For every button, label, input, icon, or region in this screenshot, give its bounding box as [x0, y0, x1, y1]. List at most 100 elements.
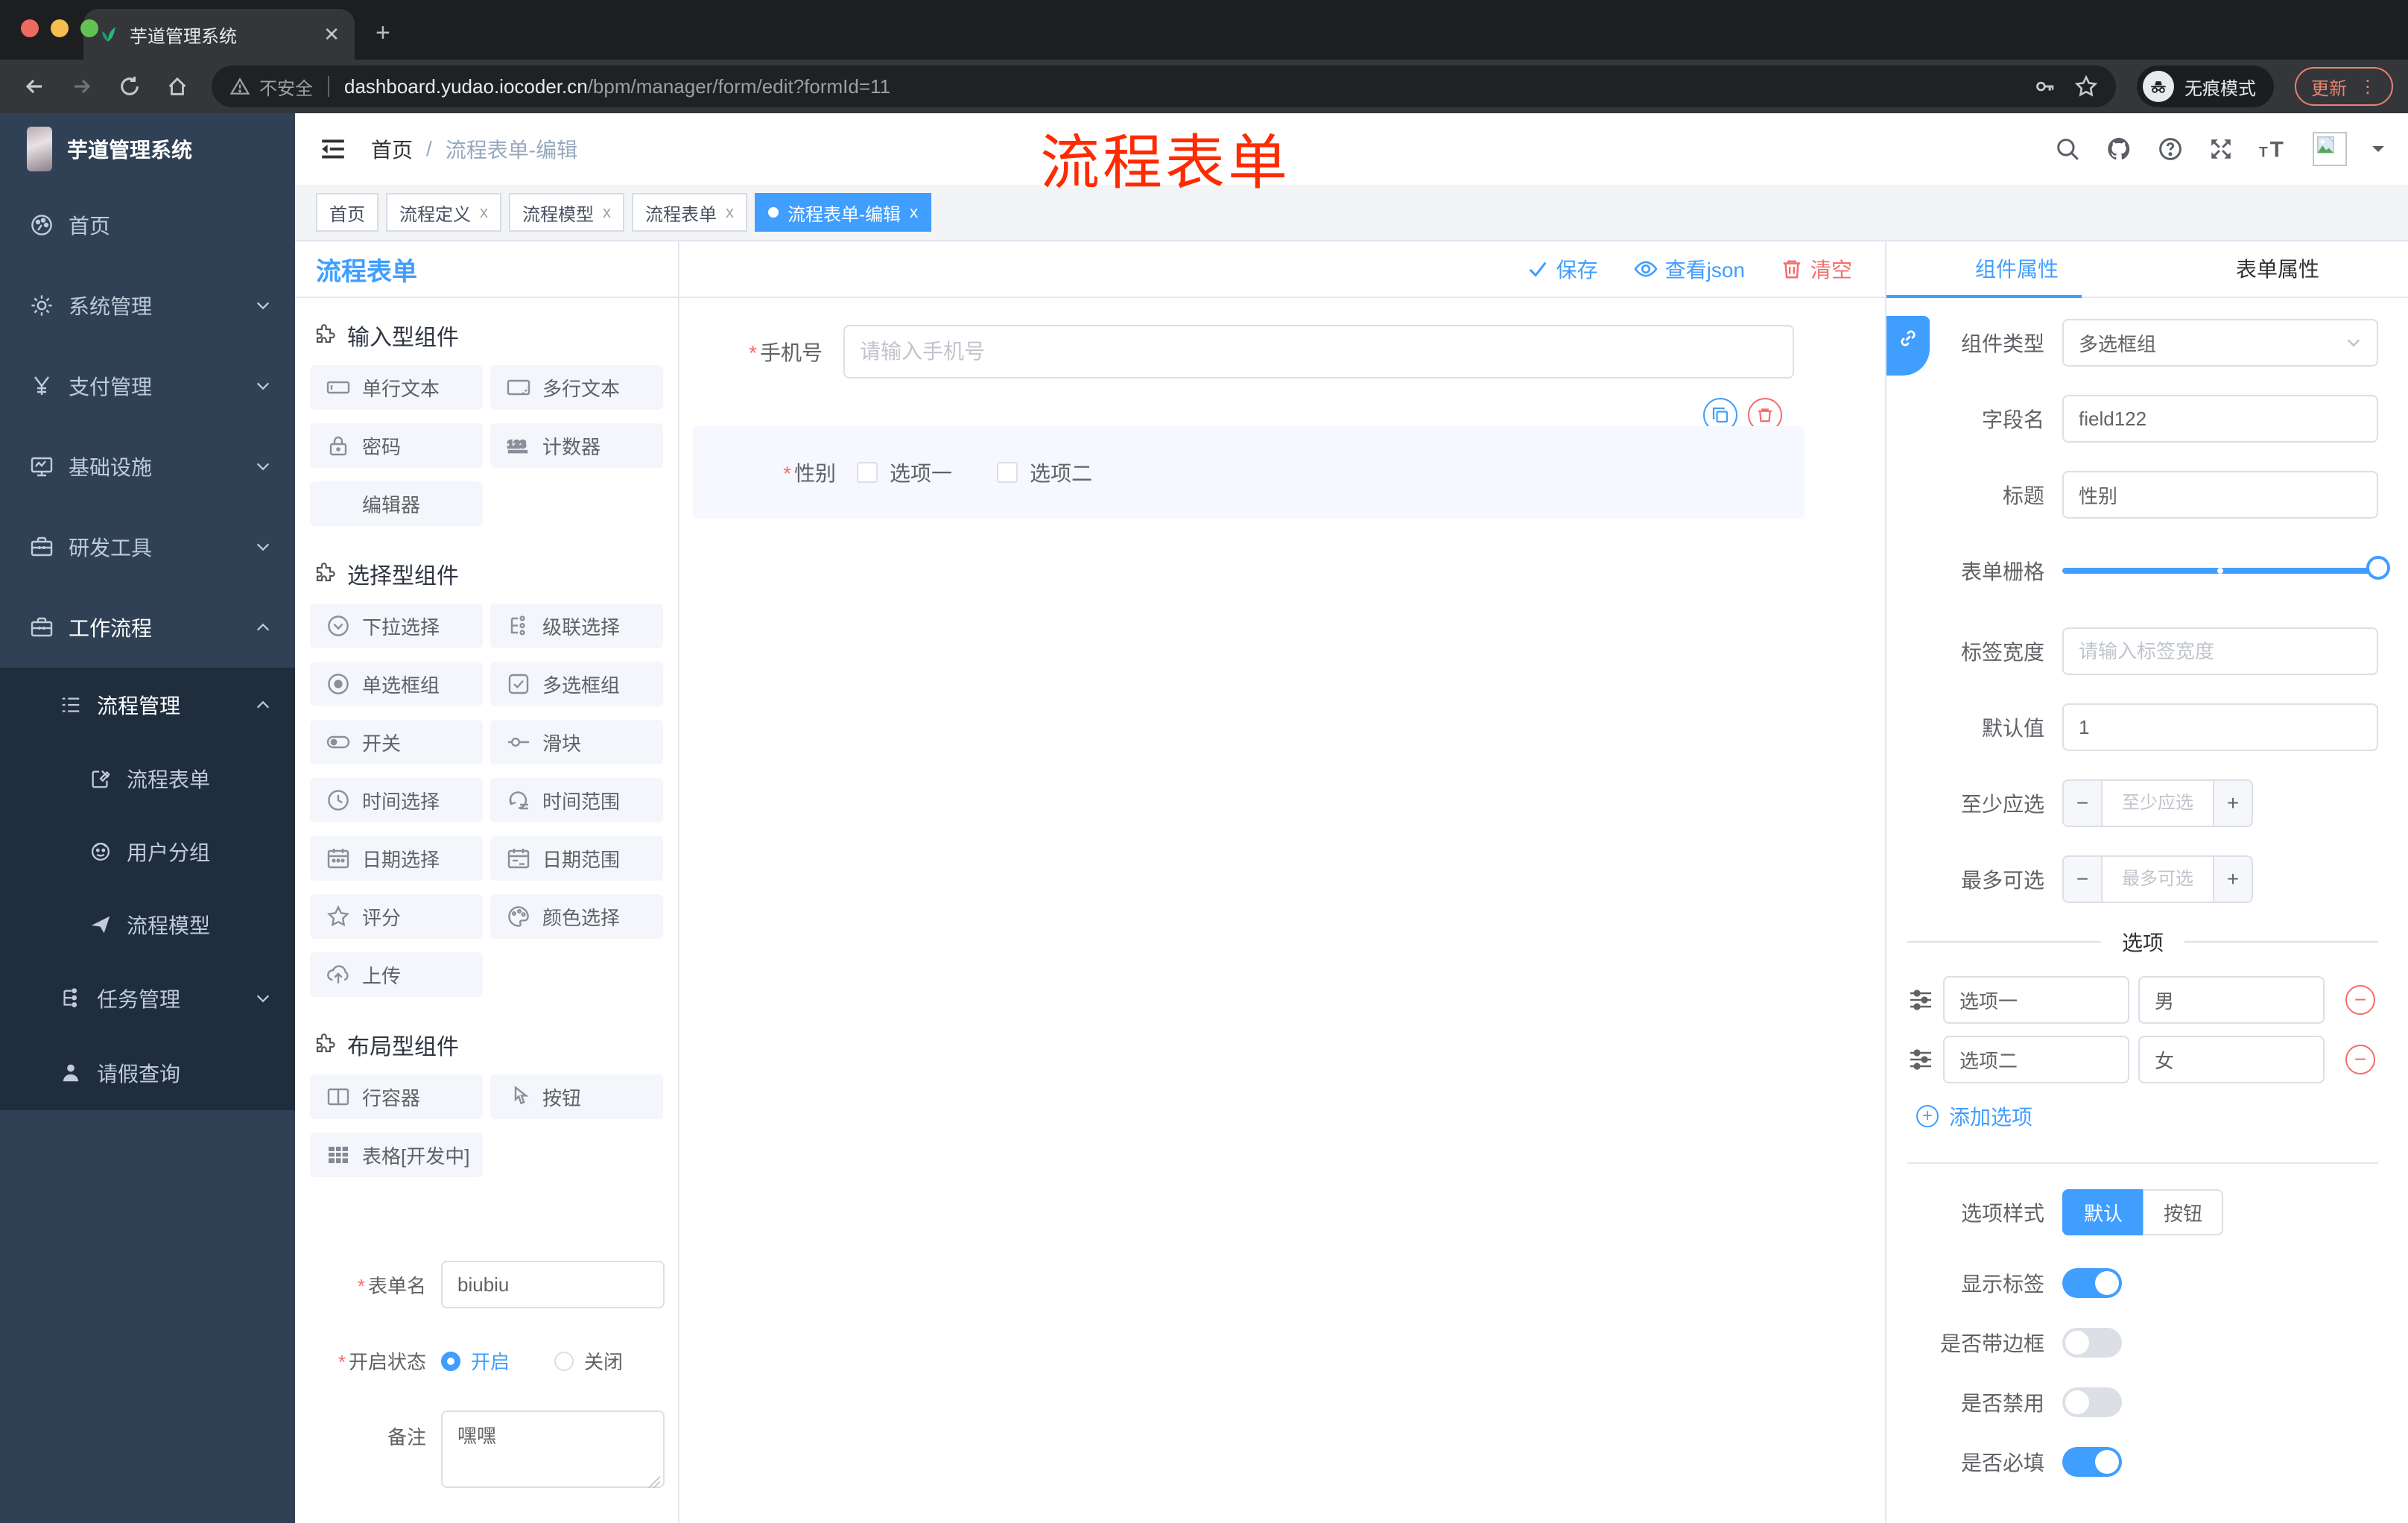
label-width-input[interactable] — [2062, 627, 2378, 675]
gender-option1-label[interactable]: 选项一 — [890, 457, 952, 487]
palette-item-date-picker[interactable]: 日期选择 — [310, 836, 483, 881]
status-on-radio[interactable] — [441, 1351, 460, 1371]
home-icon[interactable] — [158, 67, 197, 106]
status-off-radio[interactable] — [554, 1351, 574, 1371]
option2-label-input[interactable] — [1943, 1036, 2129, 1083]
sidebar-item-leave-query[interactable]: 请假查询 — [0, 1036, 295, 1110]
palette-item-editor[interactable]: 编辑器 — [310, 481, 483, 526]
field-name-input[interactable] — [2062, 395, 2378, 443]
remove-option-button[interactable]: − — [2345, 985, 2375, 1015]
drag-handle-icon[interactable] — [1907, 987, 1934, 1013]
stepper-increase-button[interactable]: + — [2213, 857, 2252, 902]
gender-option2-checkbox[interactable] — [997, 462, 1018, 483]
sidebar-item-user-group[interactable]: 用户分组 — [0, 815, 295, 888]
github-icon[interactable] — [2106, 136, 2132, 162]
default-value-input[interactable] — [2062, 703, 2378, 751]
stepper-increase-button[interactable]: + — [2213, 781, 2252, 826]
search-icon[interactable] — [2055, 136, 2080, 162]
maximize-window-button[interactable] — [80, 19, 98, 37]
sidebar-collapse-icon[interactable] — [319, 135, 347, 163]
sidebar-item-workflow[interactable]: 工作流程 — [0, 587, 295, 668]
palette-item-cascader[interactable]: 级联选择 — [490, 604, 663, 648]
sidebar-item-system[interactable]: 系统管理 — [0, 265, 295, 346]
show-label-toggle[interactable] — [2062, 1268, 2122, 1298]
sidebar-item-process-management[interactable]: 流程管理 — [0, 668, 295, 742]
incognito-badge[interactable]: 无痕模式 — [2137, 66, 2274, 107]
border-toggle[interactable] — [2062, 1328, 2122, 1358]
palette-item-slider[interactable]: 滑块 — [490, 720, 663, 764]
security-label[interactable]: 不安全 — [259, 74, 313, 100]
tag-process-definition[interactable]: 流程定义 x — [386, 193, 501, 232]
stepper-decrease-button[interactable]: − — [2064, 857, 2103, 902]
sidebar-item-task-management[interactable]: 任务管理 — [0, 961, 295, 1036]
form-remark-textarea[interactable]: 嘿嘿 — [441, 1410, 665, 1488]
bookmark-star-icon[interactable] — [2074, 75, 2098, 98]
option1-label-input[interactable] — [1943, 976, 2129, 1024]
tag-process-form-edit[interactable]: 流程表单-编辑 x — [755, 193, 931, 232]
font-size-icon[interactable]: TT — [2259, 136, 2287, 162]
sidebar-item-payment[interactable]: 支付管理 — [0, 346, 295, 426]
palette-item-switch[interactable]: 开关 — [310, 720, 483, 764]
palette-item-password[interactable]: 密码 — [310, 423, 483, 468]
sidebar-item-home[interactable]: 首页 — [0, 185, 295, 265]
max-checked-input[interactable] — [2103, 857, 2213, 902]
form-canvas[interactable]: *手机号 *性别 选项一 — [679, 298, 1885, 1523]
reload-icon[interactable] — [110, 67, 149, 106]
form-grid-slider[interactable] — [2062, 547, 2390, 595]
required-toggle[interactable] — [2062, 1447, 2122, 1477]
slider-handle[interactable] — [2366, 556, 2390, 580]
browser-tab[interactable]: 芋道管理系统 ✕ — [83, 9, 355, 60]
key-icon[interactable] — [2034, 75, 2056, 98]
close-window-button[interactable] — [21, 19, 39, 37]
breadcrumb-home[interactable]: 首页 — [371, 134, 413, 164]
back-icon[interactable] — [15, 67, 54, 106]
palette-item-select[interactable]: 下拉选择 — [310, 604, 483, 648]
option-style-default-button[interactable]: 默认 — [2062, 1189, 2143, 1235]
palette-item-single-line-text[interactable]: 单行文本 — [310, 365, 483, 410]
palette-item-date-range[interactable]: 日期范围 — [490, 836, 663, 881]
disabled-toggle[interactable] — [2062, 1387, 2122, 1417]
min-checked-input[interactable] — [2103, 781, 2213, 826]
gender-option2-label[interactable]: 选项二 — [1030, 457, 1092, 487]
user-avatar[interactable] — [2313, 132, 2347, 166]
forward-icon[interactable] — [63, 67, 101, 106]
form-name-input[interactable] — [441, 1261, 665, 1308]
clear-button[interactable]: 清空 — [1781, 254, 1852, 284]
remove-option-button[interactable]: − — [2345, 1045, 2375, 1074]
palette-item-button[interactable]: 按钮 — [490, 1074, 663, 1119]
palette-item-upload[interactable]: 上传 — [310, 952, 483, 997]
palette-item-table[interactable]: 表格[开发中] — [310, 1133, 483, 1177]
sidebar-item-process-model[interactable]: 流程模型 — [0, 888, 295, 961]
drag-handle-icon[interactable] — [1907, 1046, 1934, 1073]
save-button[interactable]: 保存 — [1527, 254, 1598, 284]
palette-item-multi-line-text[interactable]: 多行文本 — [490, 365, 663, 410]
palette-item-radio-group[interactable]: 单选框组 — [310, 662, 483, 706]
browser-update-button[interactable]: 更新 ⋮ — [2295, 67, 2393, 106]
tag-home[interactable]: 首页 — [316, 193, 378, 232]
status-on-label[interactable]: 开启 — [471, 1347, 510, 1375]
avatar-caret-down-icon[interactable] — [2372, 146, 2384, 158]
tab-close-icon[interactable]: ✕ — [323, 25, 340, 44]
tag-process-model[interactable]: 流程模型 x — [509, 193, 624, 232]
option-style-button-button[interactable]: 按钮 — [2143, 1189, 2223, 1235]
palette-item-row-container[interactable]: 行容器 — [310, 1074, 483, 1119]
component-type-select[interactable]: 多选框组 — [2062, 319, 2378, 367]
sidebar-item-infra[interactable]: 基础设施 — [0, 426, 295, 507]
sidebar-item-devtools[interactable]: 研发工具 — [0, 507, 295, 587]
link-tag[interactable] — [1886, 316, 1930, 376]
tag-close-icon[interactable]: x — [603, 203, 611, 222]
tab-component-props[interactable]: 组件属性 — [1886, 241, 2147, 297]
view-json-button[interactable]: 查看json — [1634, 254, 1745, 284]
palette-item-counter[interactable]: 123 计数器 — [490, 423, 663, 468]
add-option-button[interactable]: + 添加选项 — [1916, 1101, 2378, 1131]
palette-item-time-range[interactable]: 时间范围 — [490, 778, 663, 823]
minimize-window-button[interactable] — [51, 19, 69, 37]
phone-input[interactable] — [843, 325, 1794, 379]
selected-gender-field[interactable]: * 性别 选项一 选项二 — [693, 426, 1805, 519]
new-tab-button[interactable]: + — [376, 19, 390, 48]
tag-close-icon[interactable]: x — [726, 203, 734, 222]
title-input[interactable] — [2062, 471, 2378, 519]
url-omnibox[interactable]: 不安全 dashboard.yudao.iocoder.cn/bpm/manag… — [212, 66, 2116, 107]
tag-close-icon[interactable]: x — [480, 203, 488, 222]
tag-process-form[interactable]: 流程表单 x — [632, 193, 747, 232]
